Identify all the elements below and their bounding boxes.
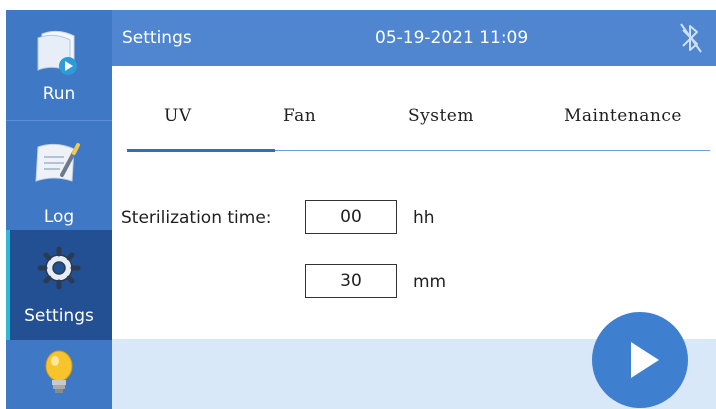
header-bar: Settings 05-19-2021 11:09 (112, 10, 716, 66)
lightbulb-icon (45, 350, 73, 393)
sidebar: Run Log Settings (6, 10, 112, 409)
active-tab-indicator (127, 149, 275, 152)
hours-input[interactable]: 00 (305, 200, 397, 234)
sidebar-item-log-label: Log (43, 207, 75, 227)
settings-content: UV Fan System Maintenance Sterilization … (112, 66, 716, 339)
sidebar-item-light[interactable] (6, 340, 112, 409)
page-title: Settings (122, 28, 192, 48)
minutes-input[interactable]: 30 (305, 264, 397, 298)
gear-icon (37, 246, 81, 290)
tab-maintenance[interactable]: Maintenance (564, 106, 682, 126)
bluetooth-off-icon (680, 23, 702, 53)
log-notebook-icon (35, 143, 80, 182)
sidebar-item-run[interactable]: Run (6, 10, 112, 120)
sidebar-item-log[interactable]: Log (6, 120, 112, 231)
sidebar-item-run-label: Run (42, 84, 76, 104)
sidebar-item-settings-label: Settings (24, 306, 94, 326)
tab-system[interactable]: System (408, 106, 474, 126)
tab-fan[interactable]: Fan (283, 106, 316, 126)
datetime-display: 05-19-2021 11:09 (375, 28, 529, 48)
tab-uv[interactable]: UV (164, 106, 192, 126)
app-window: Run Log Settings Settings 05-19-2021 11:… (0, 0, 716, 409)
run-document-icon (37, 30, 77, 75)
sterilization-time-label: Sterilization time: (121, 208, 272, 228)
play-button[interactable] (592, 312, 688, 408)
play-icon (631, 342, 659, 378)
sidebar-item-settings[interactable]: Settings (6, 230, 112, 340)
hours-unit-label: hh (413, 208, 435, 228)
minutes-unit-label: mm (413, 272, 447, 292)
